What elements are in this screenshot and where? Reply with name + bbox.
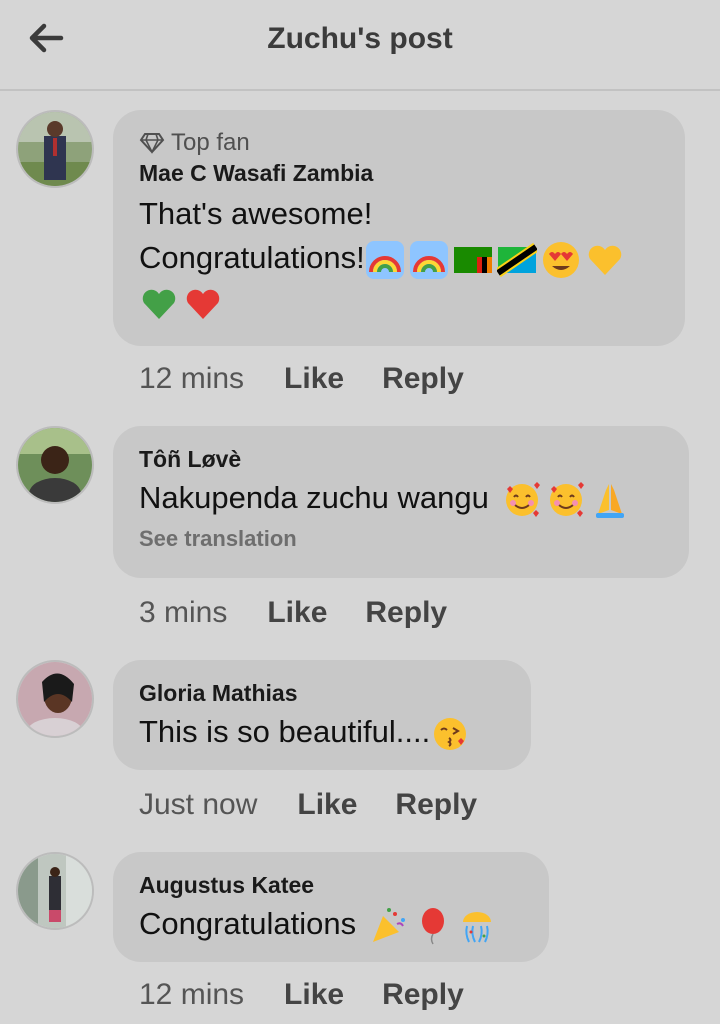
like-button[interactable]: Like bbox=[284, 978, 344, 1012]
comment-text: Congratulations bbox=[139, 906, 357, 941]
comment-time: 12 mins bbox=[139, 978, 245, 1011]
face-blowing-kiss-icon bbox=[430, 714, 470, 754]
like-button[interactable]: Like bbox=[267, 596, 327, 630]
like-button[interactable]: Like bbox=[284, 362, 344, 396]
folded-hands-icon bbox=[590, 480, 630, 520]
emoji-group bbox=[365, 240, 629, 280]
comment-bubble[interactable]: Augustus Katee Congratulations bbox=[113, 852, 549, 962]
emoji-group bbox=[430, 714, 474, 754]
comment-text-line: Nakupenda zuchu wangu bbox=[139, 476, 663, 520]
comment-bubble[interactable]: Top fan Mae C Wasafi Zambia That's aweso… bbox=[113, 110, 685, 346]
comment-time: 12 mins bbox=[139, 362, 245, 395]
comment-text: Congratulations! bbox=[139, 240, 365, 275]
comment-bubble[interactable]: Gloria Mathias This is so beautiful.... bbox=[113, 660, 531, 770]
reply-button[interactable]: Reply bbox=[382, 362, 464, 396]
comment-actions: 12 mins Like Reply bbox=[139, 362, 464, 396]
reply-button[interactable]: Reply bbox=[365, 596, 447, 630]
top-fan-badge: Top fan bbox=[139, 128, 659, 158]
comment-time: 3 mins bbox=[139, 596, 228, 629]
comment-time: Just now bbox=[139, 788, 258, 821]
rainbow-icon bbox=[365, 240, 405, 280]
page-title: Zuchu's post bbox=[267, 22, 453, 55]
avatar[interactable] bbox=[16, 852, 94, 930]
zambia-flag-icon bbox=[453, 240, 493, 280]
comment-author[interactable]: Gloria Mathias bbox=[139, 678, 505, 708]
diamond-icon bbox=[139, 133, 165, 154]
comment-actions: 12 mins Like Reply bbox=[139, 978, 464, 1012]
emoji-group bbox=[139, 284, 227, 324]
comment-text-line: This is so beautiful.... bbox=[139, 710, 505, 754]
heart-eyes-icon bbox=[541, 240, 581, 280]
smiling-face-with-hearts-icon bbox=[546, 480, 586, 520]
comment-text-line3 bbox=[139, 280, 659, 324]
confetti-ball-icon bbox=[457, 906, 497, 946]
comment-actions: Just now Like Reply bbox=[139, 788, 477, 822]
comment-actions: 3 mins Like Reply bbox=[139, 596, 447, 630]
comment-text-line: Congratulations bbox=[139, 902, 523, 946]
smiling-face-with-hearts-icon bbox=[502, 480, 542, 520]
badge-label: Top fan bbox=[171, 129, 250, 156]
rainbow-icon bbox=[409, 240, 449, 280]
comment-author[interactable]: Mae C Wasafi Zambia bbox=[139, 158, 659, 188]
comment-text-line2: Congratulations! bbox=[139, 236, 659, 280]
comment-bubble[interactable]: Tôñ Løvè Nakupenda zuchu wangu See trans… bbox=[113, 426, 689, 578]
emoji-group bbox=[502, 480, 634, 520]
comment-text-line1: That's awesome! bbox=[139, 196, 373, 231]
red-heart-icon bbox=[183, 284, 223, 324]
party-popper-icon bbox=[369, 906, 409, 946]
comment-author[interactable]: Tôñ Løvè bbox=[139, 444, 663, 474]
comment-text: This is so beautiful.... bbox=[139, 714, 431, 749]
green-heart-icon bbox=[139, 284, 179, 324]
balloon-icon bbox=[413, 906, 453, 946]
avatar[interactable] bbox=[16, 110, 94, 188]
emoji-group bbox=[369, 906, 501, 946]
tanzania-flag-icon bbox=[496, 240, 537, 280]
top-bar: Zuchu's post bbox=[0, 0, 720, 91]
avatar[interactable] bbox=[16, 660, 94, 738]
comment-author[interactable]: Augustus Katee bbox=[139, 870, 523, 900]
yellow-heart-icon bbox=[585, 240, 625, 280]
comment-text: Nakupenda zuchu wangu bbox=[139, 480, 489, 515]
like-button[interactable]: Like bbox=[297, 788, 357, 822]
reply-button[interactable]: Reply bbox=[395, 788, 477, 822]
reply-button[interactable]: Reply bbox=[382, 978, 464, 1012]
see-translation-link[interactable]: See translation bbox=[139, 526, 663, 552]
avatar[interactable] bbox=[16, 426, 94, 504]
